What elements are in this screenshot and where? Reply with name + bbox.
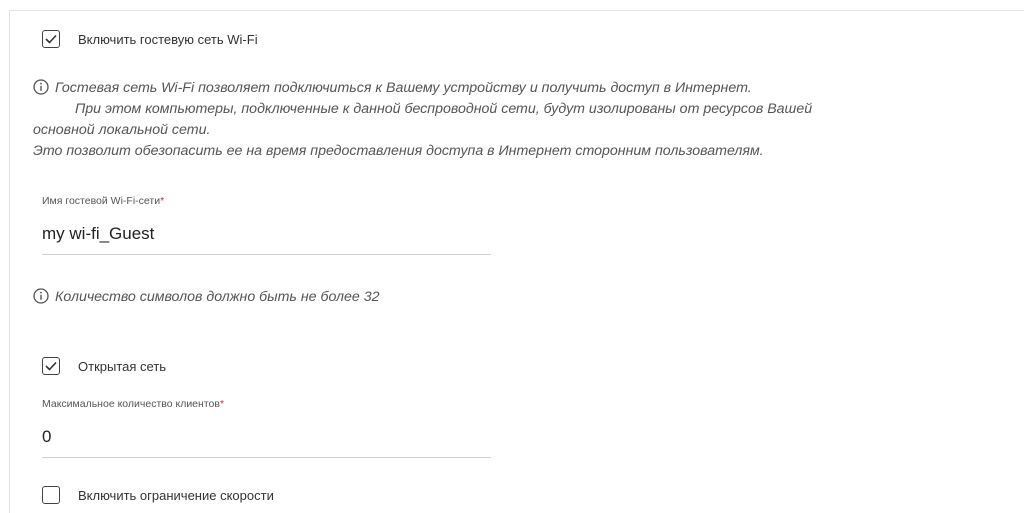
checkmark-icon	[45, 34, 57, 44]
speed-limit-checkbox[interactable]	[42, 486, 60, 504]
info-text-line2: При этом компьютеры, подключенные к данн…	[75, 101, 813, 117]
info-text-line1: Гостевая сеть Wi-Fi позволяет подключить…	[55, 80, 752, 96]
info-text-line3: основной локальной сети.	[33, 122, 211, 138]
info-text-line4: Это позволит обезопасить ее на время пре…	[33, 143, 764, 159]
ssid-hint: Количество символов должно быть не более…	[33, 287, 380, 308]
open-network-label: Открытая сеть	[78, 358, 167, 374]
guest-wifi-info: Гостевая сеть Wi-Fi позволяет подключить…	[33, 78, 812, 162]
checkmark-icon	[45, 361, 57, 371]
ssid-input[interactable]: my wi-fi_Guest	[42, 224, 154, 244]
enable-guest-wifi-checkbox[interactable]	[42, 30, 60, 48]
max-clients-label-text: Максимальное количество клиентов	[42, 398, 220, 410]
ssid-hint-text: Количество символов должно быть не более…	[55, 289, 380, 305]
required-mark: *	[160, 195, 165, 207]
enable-guest-wifi-row[interactable]: Включить гостевую сеть Wi-Fi	[42, 30, 258, 48]
ssid-field-label: Имя гостевой Wi-Fi-сети*	[42, 195, 164, 207]
ssid-input-underline	[42, 254, 491, 255]
max-clients-input[interactable]: 0	[42, 427, 51, 447]
info-icon	[33, 288, 49, 304]
enable-guest-wifi-label: Включить гостевую сеть Wi-Fi	[78, 31, 258, 47]
ssid-label-text: Имя гостевой Wi-Fi-сети	[42, 195, 161, 207]
speed-limit-label: Включить ограничение скорости	[78, 487, 274, 503]
speed-limit-row[interactable]: Включить ограничение скорости	[42, 486, 274, 504]
open-network-checkbox[interactable]	[42, 357, 60, 375]
info-icon	[33, 79, 49, 95]
max-clients-input-underline	[42, 457, 491, 458]
required-mark: *	[219, 398, 225, 410]
max-clients-field-label: Максимальное количество клиентов*	[42, 398, 224, 410]
open-network-row[interactable]: Открытая сеть	[42, 357, 166, 375]
